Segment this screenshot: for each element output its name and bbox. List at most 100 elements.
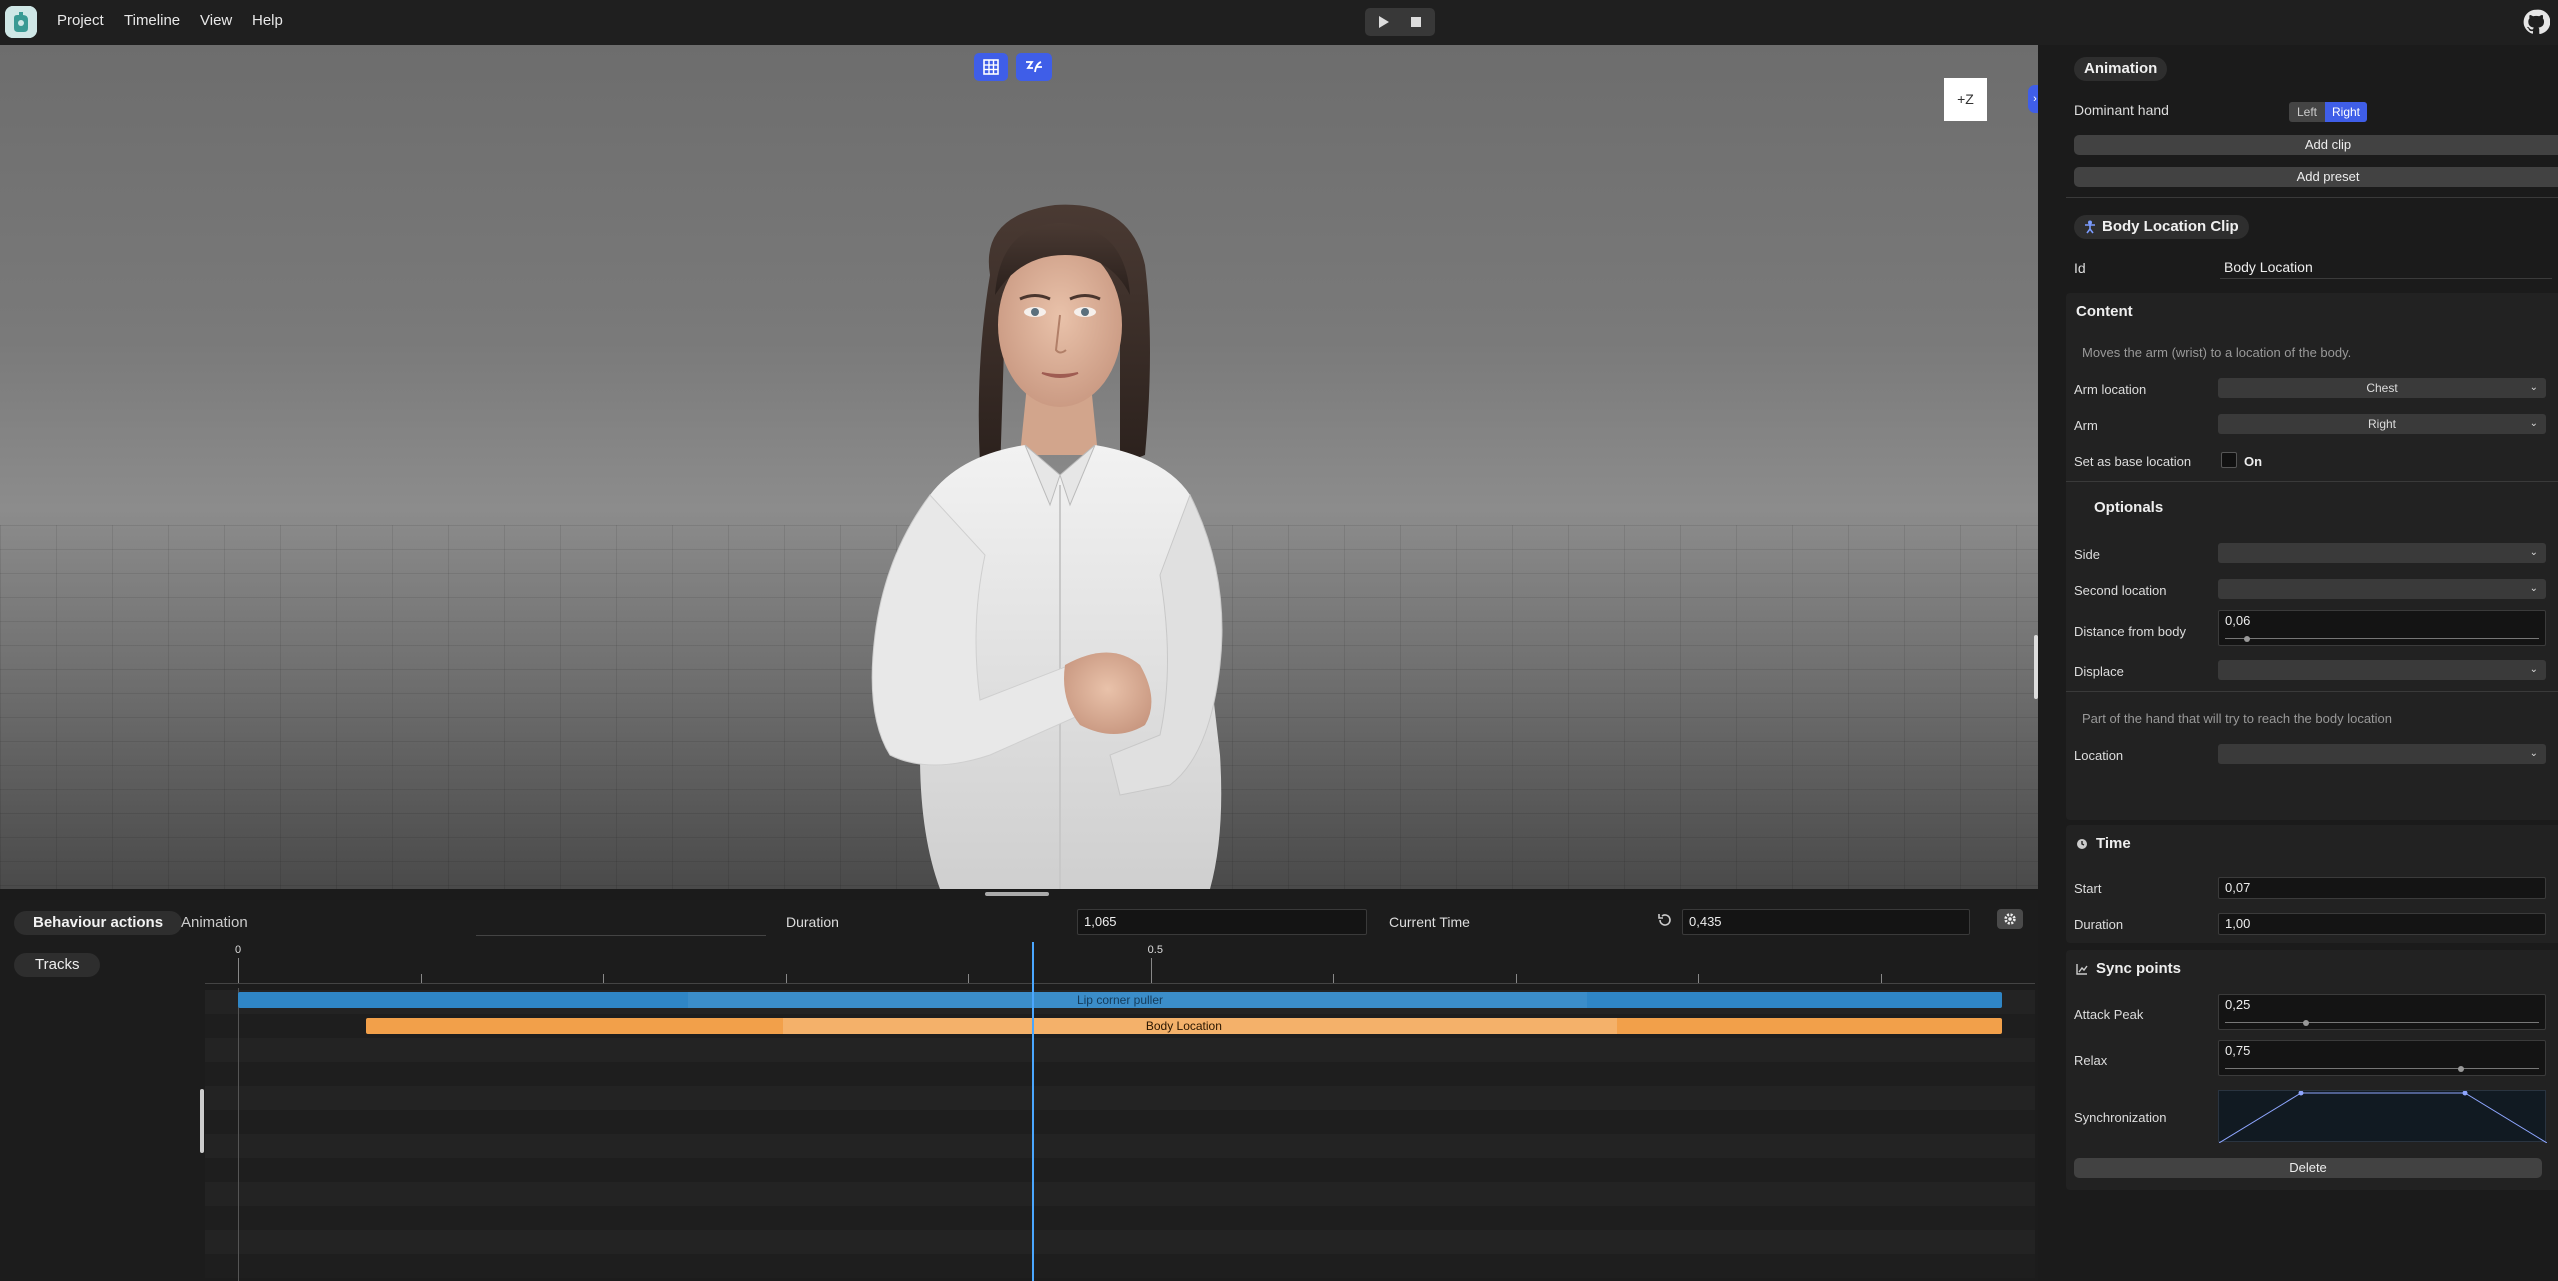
attack-peak-slider-field[interactable]: 0,25 — [2218, 994, 2546, 1030]
attack-peak-value: 0,25 — [2225, 997, 2251, 1012]
chevron-down-icon: ⌄ — [2529, 583, 2538, 594]
slider-track — [2225, 1068, 2539, 1069]
id-input[interactable]: Body Location — [2220, 255, 2552, 279]
sync-curve-graph — [2218, 1090, 2548, 1144]
sync-points-section: Sync points ︿ Attack Peak 0,25 Relax 0,7… — [2066, 950, 2558, 1190]
grid-toggle-button[interactable] — [974, 53, 1008, 81]
id-label: Id — [2074, 260, 2086, 276]
track-row[interactable] — [205, 1134, 2035, 1158]
synchronization-label: Synchronization — [2074, 1110, 2167, 1125]
sync-point[interactable] — [2298, 1090, 2304, 1096]
content-section-title[interactable]: Content — [2076, 303, 2133, 320]
hand-option-left[interactable]: Left — [2289, 102, 2325, 122]
track-row[interactable] — [205, 1110, 2035, 1134]
chevron-down-icon: ⌄ — [2529, 382, 2538, 393]
arm-label: Arm — [2074, 418, 2098, 433]
app-logo-icon[interactable] — [5, 6, 37, 38]
slider-thumb[interactable] — [2302, 1020, 2309, 1026]
menu-project[interactable]: Project — [57, 12, 104, 29]
animation-title: Animation — [2074, 57, 2168, 81]
timeline-resize-handle[interactable] — [985, 892, 1049, 896]
slider-thumb[interactable] — [2243, 636, 2250, 642]
start-label: Start — [2074, 881, 2102, 896]
arm-location-select[interactable]: Chest ⌄ — [2218, 378, 2546, 398]
menu-timeline[interactable]: Timeline — [124, 12, 180, 29]
stop-button[interactable] — [1406, 12, 1426, 32]
track-row[interactable] — [205, 1086, 2035, 1110]
track-row[interactable] — [205, 1206, 2035, 1230]
track-row[interactable] — [205, 1062, 2035, 1086]
displace-label: Displace — [2074, 664, 2124, 679]
distance-slider-field[interactable]: 0,06 — [2218, 610, 2546, 646]
timeline-clip[interactable]: Lip corner puller — [238, 992, 2002, 1008]
arm-location-label: Arm location — [2074, 382, 2147, 397]
track-row[interactable] — [205, 1158, 2035, 1182]
tracks-label: Tracks — [14, 953, 101, 977]
menu-help[interactable]: Help — [252, 12, 283, 29]
play-icon — [1379, 16, 1389, 28]
grid-icon — [983, 59, 999, 75]
timeline-clip[interactable]: Body Location — [365, 1018, 2002, 1034]
time-section-title[interactable]: Time — [2096, 835, 2131, 852]
current-time-input[interactable]: 0,435 — [1682, 909, 1970, 935]
track-row[interactable] — [205, 1038, 2035, 1062]
divider — [2066, 691, 2558, 692]
panel-collapse-chevron-icon[interactable]: › — [2028, 85, 2038, 113]
delete-button[interactable]: Delete — [2074, 1158, 2542, 1178]
gear-icon — [2004, 913, 2016, 925]
tab-behaviour-actions[interactable]: Behaviour actions — [14, 911, 183, 935]
time-zero-line — [238, 988, 239, 1281]
chart-icon — [2076, 964, 2088, 975]
duration-field[interactable]: 1,00 — [2218, 913, 2546, 935]
stop-icon — [1411, 17, 1421, 27]
timeline-settings-button[interactable] — [1997, 909, 2023, 929]
clip-title: Body Location Clip — [2074, 215, 2249, 239]
track-row[interactable] — [205, 1182, 2035, 1206]
side-label: Side — [2074, 547, 2101, 562]
slider-thumb[interactable] — [2457, 1066, 2464, 1072]
duration-label: Duration — [2074, 917, 2124, 932]
menu-view[interactable]: View — [200, 12, 232, 29]
track-row[interactable] — [205, 1230, 2035, 1254]
arm-value: Right — [2367, 417, 2396, 431]
hand-option-right[interactable]: Right — [2325, 102, 2367, 122]
relax-slider-field[interactable]: 0,75 — [2218, 1040, 2546, 1076]
track-row[interactable] — [205, 1254, 2035, 1278]
current-time-label: Current Time — [1389, 914, 1470, 930]
second-location-select[interactable]: ⌄ — [2218, 579, 2546, 599]
distance-label: Distance from body — [2074, 624, 2186, 639]
hand-part-description: Part of the hand that will try to reach … — [2082, 711, 2393, 726]
sync-section-title[interactable]: Sync points — [2096, 960, 2181, 977]
sign-language-toggle-button[interactable] — [1016, 53, 1052, 81]
sync-point[interactable] — [2462, 1090, 2468, 1096]
arm-select[interactable]: Right ⌄ — [2218, 414, 2546, 434]
displace-select[interactable]: ⌄ — [2218, 660, 2546, 680]
base-location-checkbox[interactable] — [2221, 452, 2237, 468]
start-input[interactable]: 0,07 — [2218, 877, 2546, 899]
optionals-title: Optionals — [2094, 499, 2164, 516]
playhead[interactable] — [1032, 942, 1034, 1281]
tracks-scrollbar[interactable] — [200, 1089, 204, 1153]
play-button[interactable] — [1373, 12, 1393, 32]
3d-viewport[interactable]: +Z › — [0, 45, 2038, 889]
location-select[interactable]: ⌄ — [2218, 744, 2546, 764]
menubar: Project Timeline View Help — [0, 0, 2558, 45]
ruler-tick — [1150, 958, 1152, 984]
ruler-label: 0.5 — [1147, 944, 1163, 956]
tab-animation[interactable]: Animation — [162, 911, 267, 935]
add-clip-button[interactable]: Add clip — [2074, 135, 2558, 155]
reset-time-icon[interactable] — [1657, 912, 1675, 930]
chevron-down-icon: ⌄ — [2529, 547, 2538, 558]
content-section: Content ︿ Moves the arm (wrist) to a loc… — [2066, 293, 2558, 820]
tracks-area[interactable]: Lip corner puller Body Location — [205, 988, 2035, 1281]
add-preset-button[interactable]: Add preset — [2074, 167, 2558, 187]
chevron-down-icon: ⌄ — [2529, 418, 2538, 429]
axis-view-button[interactable]: +Z — [1944, 78, 1987, 121]
github-icon[interactable] — [2522, 8, 2551, 36]
properties-panel: Animation Dominant hand Left Right Add c… — [2038, 45, 2558, 1281]
duration-input[interactable]: 1,065 — [1077, 909, 1367, 935]
ruler-label: 0 — [235, 944, 242, 956]
clip-title-text: Body Location Clip — [2102, 218, 2239, 235]
clip-label: Body Location — [1145, 1019, 1222, 1033]
side-select[interactable]: ⌄ — [2218, 543, 2546, 563]
